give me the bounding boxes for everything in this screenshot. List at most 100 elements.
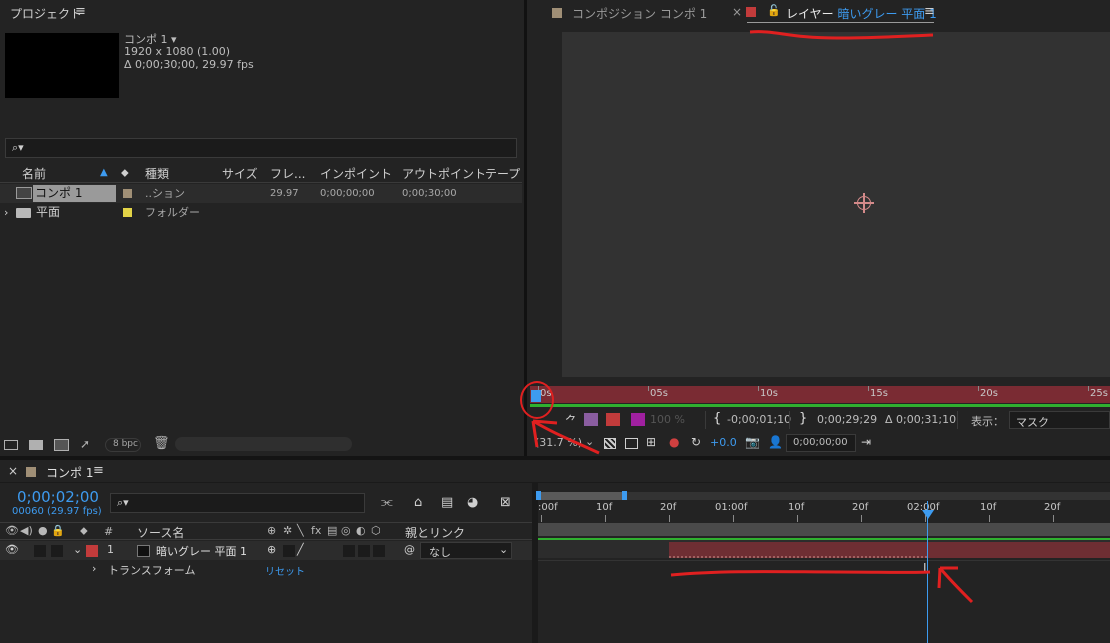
comp-label-swatch xyxy=(552,8,562,18)
adjustment-layer-icon[interactable]: ◐ xyxy=(356,524,366,537)
label-tag-icon[interactable]: ⬥ xyxy=(121,166,129,180)
opacity-value[interactable]: 100 % xyxy=(650,413,685,426)
annotation-underline xyxy=(749,30,934,40)
transform-row[interactable]: › トランスフォーム リセット xyxy=(0,560,532,579)
transform-expand-icon[interactable]: › xyxy=(92,562,96,575)
layer-canvas[interactable] xyxy=(562,32,1110,377)
channel-icon[interactable]: ● xyxy=(669,435,679,449)
col-parent-link[interactable]: 親とリンク xyxy=(405,524,465,541)
render-queue-icon[interactable]: ➚ xyxy=(80,437,90,451)
mask-visibility-icon[interactable] xyxy=(625,438,638,449)
comp-flowchart-icon[interactable]: ⇥ xyxy=(861,435,871,449)
view-select[interactable]: マスク xyxy=(1009,411,1110,429)
tab-timeline-comp[interactable]: コンポ 1 xyxy=(46,464,93,481)
composition-icon xyxy=(16,187,32,199)
layer-expand-icon[interactable]: ⌄ xyxy=(73,543,82,556)
transparency-icon[interactable] xyxy=(631,413,645,426)
viewer-menu-icon[interactable]: ≡ xyxy=(924,4,935,19)
annotation-arrow xyxy=(531,419,600,455)
timeline-ruler-label: 10f xyxy=(788,502,805,513)
frame-blending-icon[interactable]: ▤ xyxy=(441,495,453,510)
shy-icon[interactable]: ⊕ xyxy=(267,524,276,537)
lock-toggle[interactable] xyxy=(51,545,63,557)
label-tag-icon[interactable]: ⬥ xyxy=(80,524,88,538)
col-in-point[interactable]: インポイント xyxy=(320,165,392,183)
col-frame-rate[interactable]: フレ... xyxy=(270,165,305,183)
col-tape[interactable]: テープ xyxy=(485,165,520,183)
3d-layer-icon[interactable]: ⬡ xyxy=(371,524,381,537)
exposure-value[interactable]: +0.0 xyxy=(710,436,737,449)
audio-icon[interactable]: ◀) xyxy=(20,524,33,537)
layer-label-swatch[interactable] xyxy=(86,545,98,557)
new-folder-icon[interactable] xyxy=(29,440,43,450)
selected-item-duration: Δ 0;00;30;00, 29.97 fps xyxy=(124,58,254,71)
comp-mini-flowchart-icon[interactable]: ⫘ xyxy=(381,495,393,510)
project-row-folder[interactable]: › 平面 フォルダー xyxy=(0,203,522,222)
viewer-controls-bottom: (31.7 %) ⌄ ⊞ ● ↻ +0.0 📷 👤 0;00;00;00 ⇥ xyxy=(527,432,1110,454)
col-out-point[interactable]: アウトポイント xyxy=(402,165,486,183)
solo-toggle[interactable] xyxy=(34,545,46,557)
sort-ascending-icon[interactable]: ▲ xyxy=(100,167,108,178)
project-search-input[interactable]: ⌕▾ xyxy=(5,138,517,158)
col-size[interactable]: サイズ xyxy=(222,165,258,183)
effects-icon[interactable]: fx xyxy=(311,524,321,537)
label-swatch[interactable] xyxy=(123,189,132,198)
grid-guide-icon[interactable]: ⊞ xyxy=(646,435,656,449)
lock-icon[interactable]: 🔓 xyxy=(767,4,781,17)
new-composition-icon[interactable] xyxy=(54,439,69,451)
expand-arrow-icon[interactable]: › xyxy=(4,203,8,222)
quality-icon[interactable]: ╲ xyxy=(297,524,304,537)
adjustment-switch[interactable] xyxy=(358,545,370,557)
snapshot-icon[interactable]: 📷 xyxy=(745,435,760,449)
interpret-footage-icon[interactable] xyxy=(4,440,18,450)
tab-layer[interactable]: レイヤー 暗いグレー 平面 1 xyxy=(786,5,937,22)
close-icon[interactable]: × xyxy=(732,5,742,19)
trash-icon[interactable]: 🗑 xyxy=(153,436,170,451)
layer-name[interactable]: 暗いグレー 平面 1 xyxy=(156,543,247,559)
motion-blur-switch[interactable] xyxy=(343,545,355,557)
col-source-name[interactable]: ソース名 xyxy=(137,524,184,541)
project-scrollbar[interactable] xyxy=(175,437,352,451)
label-swatch[interactable] xyxy=(123,208,132,217)
shy-layers-icon[interactable]: ⌂ xyxy=(414,495,422,510)
quality-switch-icon[interactable]: ╱ xyxy=(297,543,304,556)
visibility-toggle-icon[interactable]: 👁 xyxy=(5,543,19,556)
solo-icon[interactable]: ● xyxy=(38,524,48,537)
motion-blur-icon[interactable]: ◕ xyxy=(467,495,478,510)
timeline-menu-icon[interactable]: ≡ xyxy=(93,463,104,478)
col-name[interactable]: 名前 xyxy=(22,165,46,183)
set-out-icon[interactable]: } xyxy=(799,411,807,426)
col-type[interactable]: 種類 xyxy=(145,165,169,183)
motion-blur-col-icon[interactable]: ◎ xyxy=(341,524,351,537)
close-icon[interactable]: × xyxy=(8,464,18,478)
eye-icon[interactable]: 👁 xyxy=(5,524,19,537)
in-point-time[interactable]: -0;00;01;10 xyxy=(727,413,791,426)
current-time-display[interactable]: 0;00;02;00 xyxy=(17,488,99,506)
timeline-ruler[interactable]: :00f 10f 20f 01:00f 10f 20f 02:00f 10f 20f xyxy=(538,501,1110,523)
playhead-icon[interactable] xyxy=(922,510,934,519)
shy-switch-icon[interactable]: ⊕ xyxy=(267,543,276,556)
reset-link[interactable]: リセット xyxy=(265,563,305,578)
current-time-field[interactable]: 0;00;00;00 xyxy=(786,434,856,452)
show-snapshot-icon[interactable]: 👤 xyxy=(768,435,783,449)
out-point-time[interactable]: 0;00;29;29 xyxy=(817,413,877,426)
timeline-search-input[interactable]: ⌕▾ xyxy=(110,493,365,513)
frame-blend-col-icon[interactable]: ▤ xyxy=(327,524,337,537)
reset-exposure-icon[interactable]: ↻ xyxy=(691,435,701,449)
timeline-ruler-tick xyxy=(541,515,542,522)
collapse-switch[interactable] xyxy=(283,545,295,557)
project-menu-icon[interactable]: ≡ xyxy=(75,4,86,19)
collapse-icon[interactable]: ✲ xyxy=(283,524,292,537)
tab-composition[interactable]: コンポジション コンポ 1 xyxy=(572,5,707,22)
project-row-comp[interactable]: コンポ 1 ..ション 29.97 0;00;00;00 0;00;30;00 xyxy=(0,184,522,203)
work-area[interactable] xyxy=(538,523,1110,536)
graph-editor-icon[interactable]: ⊠ xyxy=(500,495,511,510)
lock-icon[interactable]: 🔒 xyxy=(51,524,65,537)
set-in-icon[interactable]: { xyxy=(713,411,721,426)
3d-switch[interactable] xyxy=(373,545,385,557)
time-navigator-handle[interactable] xyxy=(538,492,625,500)
parent-select[interactable]: なし ⌄ xyxy=(420,542,512,559)
bit-depth-button[interactable]: 8 bpc xyxy=(113,439,138,449)
layer-row[interactable]: 👁 ⌄ 1 暗いグレー 平面 1 ⊕ ╱ @ なし ⌄ xyxy=(0,541,532,560)
pick-whip-icon[interactable]: @ xyxy=(404,543,415,556)
